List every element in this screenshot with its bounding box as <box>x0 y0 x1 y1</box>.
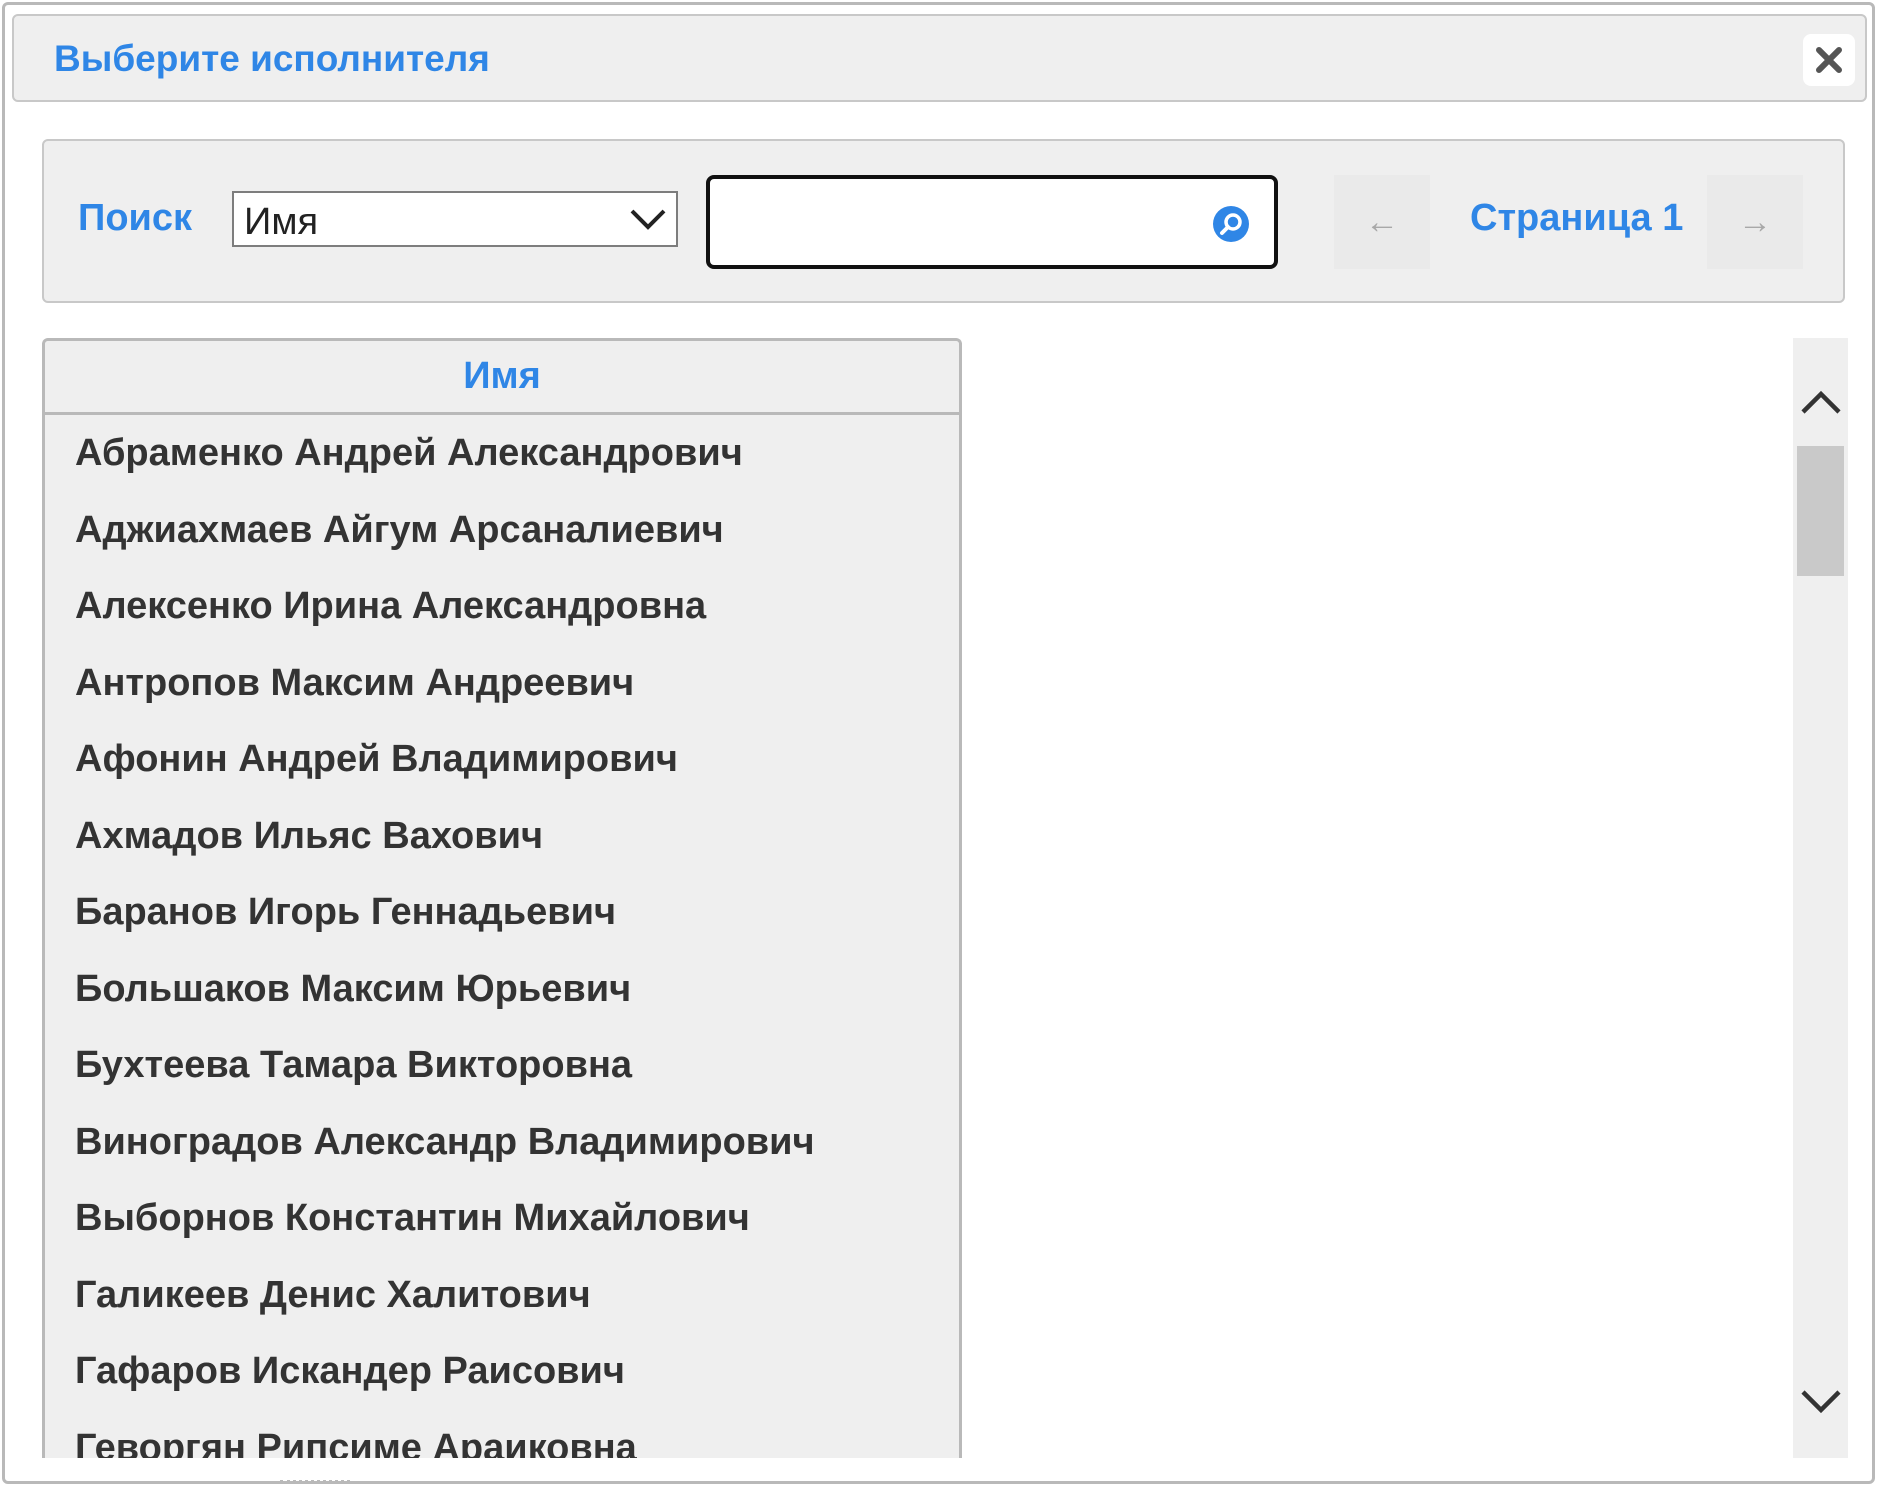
search-toolbar: Поиск Имя ← Страница 1 → <box>42 139 1845 303</box>
close-button[interactable] <box>1803 34 1855 86</box>
table-row[interactable]: Галикеев Денис Халитович <box>45 1257 959 1334</box>
column-header-name[interactable]: Имя <box>45 341 959 415</box>
next-page-button[interactable]: → <box>1707 175 1803 269</box>
search-field-select[interactable]: Имя <box>232 191 678 247</box>
table-row[interactable]: Баранов Игорь Геннадьевич <box>45 874 959 951</box>
divider <box>280 1480 350 1489</box>
chevron-down-icon <box>1800 1390 1841 1414</box>
search-input[interactable] <box>720 191 1204 253</box>
scroll-thumb[interactable] <box>1797 446 1844 576</box>
magnifier-icon[interactable] <box>1210 203 1252 245</box>
table-row[interactable]: Геворгян Рипсиме Араиковна <box>45 1410 959 1459</box>
search-box <box>706 175 1278 269</box>
dialog-titlebar: Выберите исполнителя <box>12 14 1867 102</box>
search-field-select-value: Имя <box>244 201 319 243</box>
table-row[interactable]: Ахмадов Ильяс Вахович <box>45 798 959 875</box>
table-row[interactable]: Аджиахмаев Айгум Арсаналиевич <box>45 492 959 569</box>
close-icon <box>1816 47 1842 73</box>
chevron-up-icon <box>1800 390 1841 414</box>
table-row[interactable]: Антропов Максим Андреевич <box>45 645 959 722</box>
chevron-down-icon <box>630 209 666 230</box>
search-label: Поиск <box>78 197 193 239</box>
table-row[interactable]: Виноградов Александр Владимирович <box>45 1104 959 1181</box>
table-row[interactable]: Гафаров Искандер Раисович <box>45 1333 959 1410</box>
table-body: Абраменко Андрей Александрович Аджиахмае… <box>45 415 959 1458</box>
arrow-right-icon: → <box>1738 202 1772 241</box>
table-row[interactable]: Большаков Максим Юрьевич <box>45 951 959 1028</box>
scroll-down-button[interactable] <box>1793 1366 1848 1436</box>
dialog-title: Выберите исполнителя <box>54 38 490 79</box>
table-row[interactable]: Алексенко Ирина Александровна <box>45 568 959 645</box>
table-row[interactable]: Абраменко Андрей Александрович <box>45 415 959 492</box>
table-row[interactable]: Афонин Андрей Владимирович <box>45 721 959 798</box>
select-executor-dialog: Выберите исполнителя Поиск Имя ← Страниц… <box>2 2 1875 1484</box>
table-row[interactable]: Выборнов Константин Михайлович <box>45 1180 959 1257</box>
page-indicator: Страница 1 <box>1470 197 1684 239</box>
table-row[interactable]: Бухтеева Тамара Викторовна <box>45 1027 959 1104</box>
vertical-scrollbar[interactable] <box>1793 338 1848 1458</box>
arrow-left-icon: ← <box>1365 202 1399 241</box>
executors-table: Имя Абраменко Андрей Александрович Аджиа… <box>42 338 962 1458</box>
prev-page-button[interactable]: ← <box>1334 175 1430 269</box>
scroll-up-button[interactable] <box>1793 368 1848 438</box>
